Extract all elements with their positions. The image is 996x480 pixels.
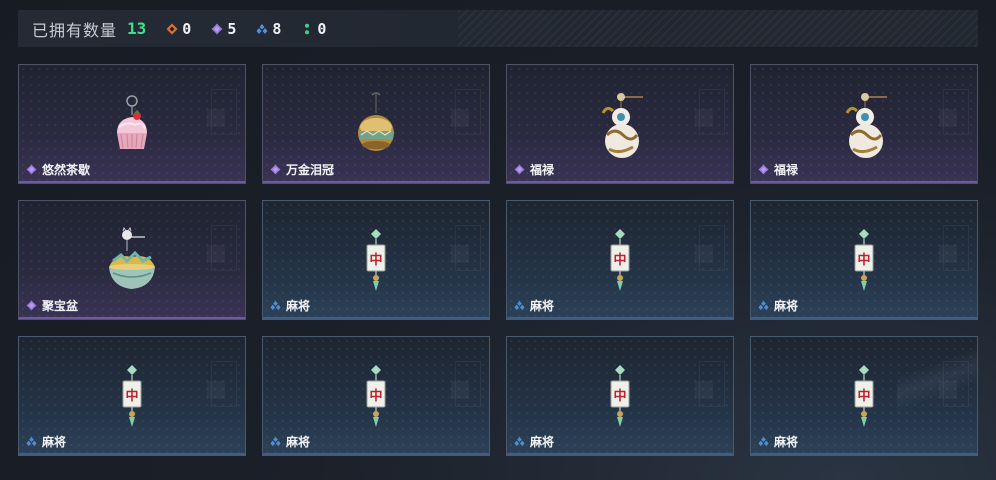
charm-name: 麻将 [42, 435, 67, 449]
card-decoration [695, 381, 713, 399]
charm-name-row: 麻将 [758, 297, 798, 314]
owned-count-value: 13 [127, 19, 147, 38]
inventory-summary-bar: 已拥有数量 13 0 5 8 0 [18, 10, 978, 47]
charm-name-row: 麻将 [270, 433, 310, 450]
charm-card[interactable]: 中 麻将 [262, 336, 490, 456]
blue-rarity-icon [256, 23, 268, 35]
charm-name-row: 麻将 [758, 433, 798, 450]
rarity-count-value: 5 [227, 19, 237, 38]
charm-card[interactable]: 中 麻将 [18, 336, 246, 456]
svg-text:中: 中 [613, 252, 626, 268]
svg-text:中: 中 [125, 388, 138, 404]
charm-name-row: 福禄 [514, 161, 554, 178]
card-decoration [939, 381, 957, 399]
charm-name-row: 麻将 [514, 433, 554, 450]
blue-rarity-icon [514, 436, 525, 447]
blue-rarity-icon [758, 436, 769, 447]
charm-name: 聚宝盆 [42, 299, 79, 313]
charm-card[interactable]: 万金泪冠 [262, 64, 490, 184]
svg-text:中: 中 [369, 252, 382, 268]
green-rarity-icon [301, 23, 313, 35]
cupcake-charm-icon [97, 91, 167, 163]
charm-name: 麻将 [774, 435, 799, 449]
treasure-bowl-charm-icon [97, 227, 167, 299]
owned-count-label: 已拥有数量 [32, 22, 118, 40]
card-decoration [695, 245, 713, 263]
golden-crown-charm-icon [341, 91, 411, 163]
charm-name: 麻将 [774, 299, 799, 313]
charm-name: 福禄 [774, 163, 799, 177]
blue-rarity-icon [758, 300, 769, 311]
charm-card[interactable]: 福禄 [506, 64, 734, 184]
charm-card[interactable]: 聚宝盆 [18, 200, 246, 320]
svg-text:中: 中 [857, 388, 870, 404]
charm-card[interactable]: 中 麻将 [506, 336, 734, 456]
rarity-count-2: 8 [256, 20, 281, 38]
mahjong-tile-charm-icon: 中 [829, 227, 899, 299]
card-decoration [451, 245, 469, 263]
purple-rarity-icon [270, 164, 281, 175]
rarity-count-1: 5 [211, 20, 236, 38]
mahjong-tile-charm-icon: 中 [585, 227, 655, 299]
card-decoration [207, 381, 225, 399]
mahjong-tile-charm-icon: 中 [829, 363, 899, 435]
charm-card[interactable]: 悠然茶歇 [18, 64, 246, 184]
card-decoration [939, 245, 957, 263]
rarity-count-value: 8 [272, 19, 282, 38]
charm-name-row: 福禄 [758, 161, 798, 178]
rarity-count-value: 0 [182, 19, 192, 38]
mahjong-tile-charm-icon: 中 [97, 363, 167, 435]
card-decoration [451, 381, 469, 399]
blue-rarity-icon [26, 436, 37, 447]
blue-rarity-icon [514, 300, 525, 311]
card-decoration [695, 109, 713, 127]
rarity-count-0: 0 [166, 20, 191, 38]
charm-name: 麻将 [530, 435, 555, 449]
rarity-count-value: 0 [317, 19, 327, 38]
charm-name: 麻将 [286, 435, 311, 449]
svg-text:中: 中 [369, 388, 382, 404]
charm-name-row: 麻将 [26, 433, 66, 450]
charm-name: 麻将 [530, 299, 555, 313]
rarity-counts: 0 5 8 0 [146, 20, 326, 38]
charm-card[interactable]: 中 麻将 [750, 336, 978, 456]
purple-rarity-icon [26, 300, 37, 311]
card-decoration [207, 245, 225, 263]
charm-grid: 悠然茶歇 万金泪冠 福禄 福禄 聚宝盆 中 麻将 中 麻将 中 麻将 中 麻将 … [18, 64, 980, 456]
charm-card[interactable]: 中 麻将 [750, 200, 978, 320]
charm-card[interactable]: 中 麻将 [262, 200, 490, 320]
charm-name-row: 万金泪冠 [270, 161, 334, 178]
charm-name-row: 麻将 [270, 297, 310, 314]
purple-rarity-icon [758, 164, 769, 175]
charm-name-row: 麻将 [514, 297, 554, 314]
charm-name: 悠然茶歇 [42, 163, 91, 177]
rarity-count-3: 0 [301, 20, 326, 38]
mahjong-tile-charm-icon: 中 [585, 363, 655, 435]
orange-rarity-icon [166, 23, 178, 35]
charm-card[interactable]: 中 麻将 [506, 200, 734, 320]
card-decoration [939, 109, 957, 127]
card-decoration [207, 109, 225, 127]
purple-rarity-icon [211, 23, 223, 35]
svg-text:中: 中 [857, 252, 870, 268]
charm-name: 万金泪冠 [286, 163, 335, 177]
blue-rarity-icon [270, 436, 281, 447]
mahjong-tile-charm-icon: 中 [341, 227, 411, 299]
charm-name-row: 聚宝盆 [26, 297, 78, 314]
charm-card[interactable]: 福禄 [750, 64, 978, 184]
purple-rarity-icon [26, 164, 37, 175]
charm-name: 麻将 [286, 299, 311, 313]
mahjong-tile-charm-icon: 中 [341, 363, 411, 435]
blue-rarity-icon [270, 300, 281, 311]
purple-rarity-icon [514, 164, 525, 175]
charm-name: 福禄 [530, 163, 555, 177]
card-decoration [451, 109, 469, 127]
svg-text:中: 中 [613, 388, 626, 404]
gourd-charm-icon [829, 91, 899, 163]
charm-name-row: 悠然茶歇 [26, 161, 90, 178]
gourd-charm-icon [585, 91, 655, 163]
